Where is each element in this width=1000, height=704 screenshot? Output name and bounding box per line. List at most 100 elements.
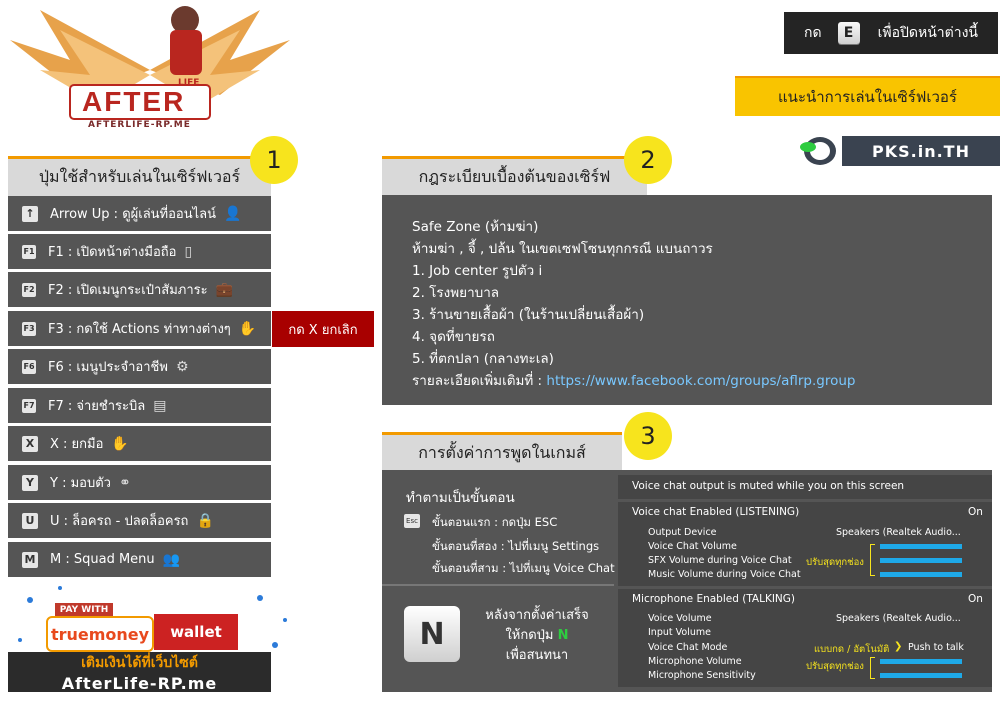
menu-item-f7[interactable]: F7 F7 : จ่ายชำระบิล ▤ (8, 388, 271, 423)
more-info-prefix: รายละเอียดเพิ่มเติมที่ : (412, 373, 543, 389)
pks-logo-icon (798, 134, 838, 168)
music-volume-slider[interactable] (880, 572, 962, 577)
section2-header: กฎระเบียบเบื้องต้นของเซิร์ฟ (382, 156, 647, 196)
output-device-label: Output Device (648, 527, 717, 538)
topup-banner: เติมเงินได้ที่เว็บไซต์ AfterLife-RP.me (8, 652, 271, 693)
e-key-icon[interactable]: E (837, 22, 860, 44)
menu-item-f6[interactable]: F6 F6 : เมนูประจำอาชีพ ⚙ (8, 349, 271, 384)
x-key-icon: X (22, 435, 38, 452)
f2-key-icon: F2 (22, 282, 36, 297)
rule-line: 2. โรงพยาบาล (412, 285, 500, 301)
menu-item-u[interactable]: U U : ล็อครถ - ปลดล็อครถ 🔒 (8, 503, 271, 538)
menu-item-arrow-up[interactable]: ↑ Arrow Up : ดูผู้เล่นที่ออนไลน์ 👤 (8, 196, 271, 231)
after-setup-text: หลังจากตั้งค่าเสร็จ ให้กดปุ่ม N เพื่อสนท… (477, 606, 597, 666)
section1-header: ปุ่มใช้สำหรับเล่นในเซิร์ฟเวอร์ (8, 156, 271, 196)
mic-volume-label: Microphone Volume (648, 656, 742, 667)
talking-panel: Microphone Enabled (TALKING) On Voice Vo… (618, 589, 992, 687)
section3-header: การตั้งค่าการพูดในเกมส์ (382, 432, 622, 472)
topup-text: เติมเงินได้ที่เว็บไซต์ (81, 655, 198, 671)
bracket (870, 544, 875, 576)
mic-volume-slider[interactable] (880, 659, 962, 664)
menu-item-y[interactable]: Y Y : มอบตัว ⚭ (8, 465, 271, 500)
chat-mode-value[interactable]: Push to talk (908, 642, 964, 653)
mic-sensitivity-slider[interactable] (880, 673, 962, 678)
chevron-right-icon: ❯ (894, 641, 903, 652)
m-key-icon: M (22, 551, 38, 568)
lock-icon: 🔒 (196, 512, 214, 529)
rule-line: 4. จุดที่ขายรถ (412, 329, 495, 345)
cancel-actions-badge: กด X ยกเลิก (272, 311, 374, 347)
menu-item-f3[interactable]: F3 F3 : กดใช้ Actions ท่าทางต่างๆ ✋ (8, 311, 271, 346)
f1-key-icon: F1 (22, 244, 36, 259)
phone-icon: ▯ (184, 243, 193, 260)
close-hint-box: กด E เพื่อปิดหน้าต่างนี้ (784, 12, 998, 54)
sfx-volume-slider[interactable] (880, 558, 962, 563)
wallet-logo: wallet (154, 614, 238, 650)
f6-key-icon: F6 (22, 359, 36, 374)
pks-badge: PKS.in.TH (842, 136, 1000, 166)
squad-icon: 👥 (162, 551, 181, 568)
menu-item-label: Y : มอบตัว (50, 476, 111, 491)
muted-notice-bar: Voice chat output is muted while you on … (618, 475, 992, 499)
close-hint-prefix: กด (804, 25, 822, 41)
chat-mode-note: แบบกด / อัตโนมัติ (814, 644, 890, 655)
f7-key-icon: F7 (22, 398, 36, 413)
mic-sensitivity-label: Microphone Sensitivity (648, 670, 756, 681)
after-line-2: ให้กดปุ่ม (505, 628, 554, 643)
briefcase-icon: 💼 (215, 281, 234, 298)
menu-item-label: U : ล็อครถ - ปลดล็อครถ (50, 514, 189, 529)
job-icon: ⚙ (175, 358, 189, 375)
menu-item-m[interactable]: M M : Squad Menu 👥 (8, 542, 271, 577)
voice-chat-volume-slider[interactable] (880, 544, 962, 549)
bill-icon: ▤ (153, 397, 167, 414)
listening-panel: Voice chat Enabled (LISTENING) On Output… (618, 502, 992, 586)
menu-item-label: F6 : เมนูประจำอาชีพ (48, 360, 168, 375)
music-volume-label: Music Volume during Voice Chat (648, 569, 801, 580)
rule-line: 5. ที่ตกปลา (กลางทะเล) (412, 351, 554, 367)
section1-number: 1 (250, 136, 298, 184)
bracket (870, 657, 875, 679)
rule-line: 1. Job center รูปตัว i (412, 263, 543, 279)
menu-item-label: F1 : เปิดหน้าต่างมือถือ (48, 245, 177, 260)
logo-text: AFTER (82, 86, 186, 117)
sfx-volume-label: SFX Volume during Voice Chat (648, 555, 792, 566)
talking-state[interactable]: On (968, 593, 983, 605)
pay-with-tag: PAY WITH (55, 603, 113, 617)
logo-sub: LIFE (178, 78, 200, 88)
rule-line: ห้ามฆ่า , จี้ , ปล้น ในเขตเซฟโซนทุกกรณี … (412, 241, 713, 257)
listening-state[interactable]: On (968, 506, 983, 518)
menu-item-label: F2 : เปิดเมนูกระเป๋าสัมภาระ (48, 283, 208, 298)
voice-settings-panel: ทำตามเป็นขั้นตอน Esc ขั้นตอนแรก : กดปุ่ม… (382, 470, 992, 692)
esc-key-icon: Esc (404, 514, 420, 528)
chat-mode-label: Voice Chat Mode (648, 642, 728, 653)
menu-item-f2[interactable]: F2 F2 : เปิดเมนูกระเป๋าสัมภาระ 💼 (8, 272, 271, 307)
listening-header: Voice chat Enabled (LISTENING) (632, 506, 800, 518)
n-key-icon: N (404, 606, 460, 662)
section2-number: 2 (624, 136, 672, 184)
talking-header: Microphone Enabled (TALKING) (632, 593, 796, 605)
step-3: ขั้นตอนที่สาม : ไปที่เมนู Voice Chat (432, 561, 615, 575)
logo-url: AFTERLIFE-RP.ME (88, 120, 191, 130)
truemoney-logo: truemoney (46, 616, 154, 652)
voice-chat-volume-label: Voice Chat Volume (648, 541, 737, 552)
menu-item-f1[interactable]: F1 F1 : เปิดหน้าต่างมือถือ ▯ (8, 234, 271, 269)
u-key-icon: U (22, 512, 38, 529)
output-device-value[interactable]: Speakers (Realtek Audio... (836, 527, 961, 538)
topup-site[interactable]: AfterLife-RP.me (8, 674, 271, 693)
close-hint-suffix: เพื่อปิดหน้าต่างนี้ (877, 25, 978, 41)
muted-notice: Voice chat output is muted while you on … (632, 480, 905, 492)
menu-item-label: F3 : กดใช้ Actions ท่าทางต่างๆ (48, 322, 231, 337)
menu-item-x[interactable]: X X : ยกมือ ✋ (8, 426, 271, 461)
y-key-icon: Y (22, 474, 38, 491)
user-icon: 👤 (224, 205, 242, 222)
facebook-group-link[interactable]: https://www.facebook.com/groups/aflrp.gr… (546, 373, 855, 389)
menu-item-label: F7 : จ่ายชำระบิล (48, 399, 146, 414)
voice-volume-value[interactable]: Speakers (Realtek Audio... (836, 613, 961, 624)
section3-number: 3 (624, 412, 672, 460)
voice-volume-label: Voice Volume (648, 613, 712, 624)
menu-item-label: X : ยกมือ (50, 437, 104, 452)
raise-hands-icon: ✋ (111, 435, 129, 452)
step-2: ขั้นตอนที่สอง : ไปที่เมนู Settings (432, 539, 600, 553)
rule-line: 3. ร้านขายเสื้อผ้า (ในร้านเปลี่ยนเสื้อผ้… (412, 307, 645, 323)
more-info-line: รายละเอียดเพิ่มเติมที่ : https://www.fac… (412, 369, 856, 391)
